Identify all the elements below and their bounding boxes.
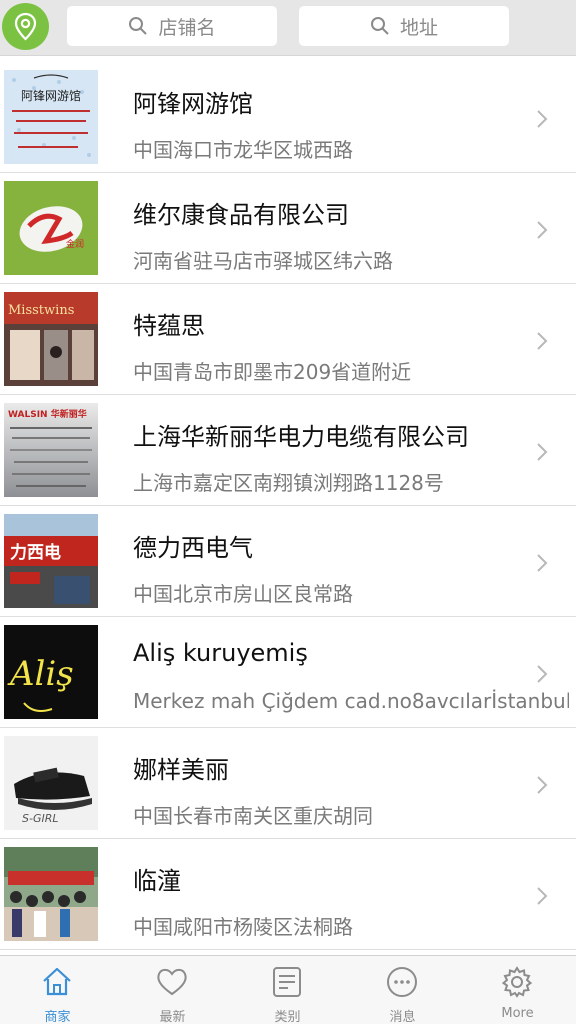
message-icon bbox=[387, 967, 417, 997]
tab-latest[interactable]: 最新 bbox=[115, 956, 230, 1024]
chevron-right-icon bbox=[537, 776, 548, 794]
chevron-right-icon bbox=[537, 554, 548, 572]
tab-category[interactable]: 类别 bbox=[230, 956, 345, 1024]
shop-name: 维尔康食品有限公司 bbox=[133, 201, 349, 229]
thumb-text: 力西电 bbox=[10, 542, 61, 563]
chevron-right-icon bbox=[537, 443, 548, 461]
shop-address: 中国北京市房山区良常路 bbox=[133, 582, 353, 606]
shop-name: 阿锋网游馆 bbox=[133, 90, 253, 118]
shop-thumbnail: WALSIN 华新丽华 bbox=[4, 403, 98, 497]
top-bar: 店铺名 地址 bbox=[0, 0, 576, 56]
shop-address: 中国海口市龙华区城西路 bbox=[133, 138, 353, 162]
shop-thumbnail: 阿锋网游馆 bbox=[4, 70, 98, 164]
shop-thumbnail bbox=[4, 847, 98, 941]
location-button[interactable] bbox=[2, 3, 49, 50]
shop-name-search[interactable]: 店铺名 bbox=[67, 6, 277, 46]
shop-name-search-placeholder: 店铺名 bbox=[158, 16, 216, 39]
shop-row[interactable]: Misstwins 特蕴思 中国青岛市即墨市209省道附近 bbox=[0, 284, 576, 395]
home-icon bbox=[43, 967, 71, 996]
shop-thumbnail: 金润 bbox=[4, 181, 98, 275]
shop-address: Merkez mah Çiğdem cad.no8avcılarİstanbul bbox=[133, 689, 569, 713]
shop-address: 中国长春市南关区重庆胡同 bbox=[133, 804, 373, 828]
shop-address: 中国咸阳市杨陵区法桐路 bbox=[133, 915, 353, 939]
thumb-text: WALSIN 华新丽华 bbox=[8, 408, 87, 420]
shop-thumbnail: 力西电 bbox=[4, 514, 98, 608]
shop-thumbnail: Aliş bbox=[4, 625, 98, 719]
shop-thumbnail: S-GIRL bbox=[4, 736, 98, 830]
heart-icon bbox=[157, 968, 187, 996]
shop-row[interactable]: 临潼 中国咸阳市杨陵区法桐路 bbox=[0, 839, 576, 950]
address-search[interactable]: 地址 bbox=[299, 6, 509, 46]
search-icon bbox=[129, 17, 148, 35]
tab-merchants[interactable]: 商家 bbox=[0, 956, 115, 1024]
shop-address: 河南省驻马店市驿城区纬六路 bbox=[133, 249, 393, 273]
thumb-text: S-GIRL bbox=[22, 812, 59, 825]
tab-label: More bbox=[501, 1006, 534, 1021]
chevron-right-icon bbox=[537, 332, 548, 350]
search-icon bbox=[370, 17, 389, 35]
chevron-right-icon bbox=[537, 221, 548, 239]
shop-row[interactable]: S-GIRL 娜样美丽 中国长春市南关区重庆胡同 bbox=[0, 728, 576, 839]
thumb-text: 金润 bbox=[66, 238, 84, 250]
tab-messages[interactable]: 消息 bbox=[345, 956, 460, 1024]
shop-row[interactable]: WALSIN 华新丽华 上海华新丽华电力电缆有限公司 上海市嘉定区南翔镇浏翔路1… bbox=[0, 395, 576, 506]
thumb-text: 阿锋网游馆 bbox=[21, 88, 81, 103]
location-pin-icon bbox=[14, 12, 37, 41]
gear-icon bbox=[501, 966, 533, 998]
address-search-placeholder: 地址 bbox=[399, 16, 438, 39]
chevron-right-icon bbox=[537, 887, 548, 905]
shop-name: 娜样美丽 bbox=[133, 756, 229, 784]
category-icon bbox=[273, 967, 301, 997]
shop-row[interactable]: 金润 维尔康食品有限公司 河南省驻马店市驿城区纬六路 bbox=[0, 173, 576, 284]
shop-name: 特蕴思 bbox=[133, 312, 205, 340]
tab-label: 商家 bbox=[44, 1010, 71, 1024]
chevron-right-icon bbox=[537, 110, 548, 128]
tab-more[interactable]: More bbox=[460, 956, 575, 1024]
shop-row[interactable]: Aliş Aliş kuruyemiş Merkez mah Çiğdem ca… bbox=[0, 617, 576, 728]
bottom-tab-bar: 商家 最新 类别 消息 More bbox=[0, 955, 576, 1024]
shop-row[interactable]: 阿锋网游馆 阿锋网游馆 中国海口市龙华区城西路 bbox=[0, 62, 576, 173]
shop-name: 临潼 bbox=[133, 867, 181, 895]
shop-thumbnail: Misstwins bbox=[4, 292, 98, 386]
tab-label: 类别 bbox=[274, 1010, 301, 1024]
shop-address: 中国青岛市即墨市209省道附近 bbox=[133, 360, 412, 384]
thumb-text: Misstwins bbox=[8, 303, 74, 318]
tab-label: 最新 bbox=[159, 1010, 186, 1024]
tab-label: 消息 bbox=[389, 1010, 416, 1024]
shop-name: 德力西电气 bbox=[133, 534, 253, 562]
thumb-text: Aliş bbox=[7, 654, 74, 694]
shop-name: 上海华新丽华电力电缆有限公司 bbox=[133, 423, 469, 451]
shop-address: 上海市嘉定区南翔镇浏翔路1128号 bbox=[133, 471, 444, 495]
shop-row[interactable]: 力西电 德力西电气 中国北京市房山区良常路 bbox=[0, 506, 576, 617]
shop-name: Aliş kuruyemiş bbox=[133, 639, 308, 667]
chevron-right-icon bbox=[537, 665, 548, 683]
